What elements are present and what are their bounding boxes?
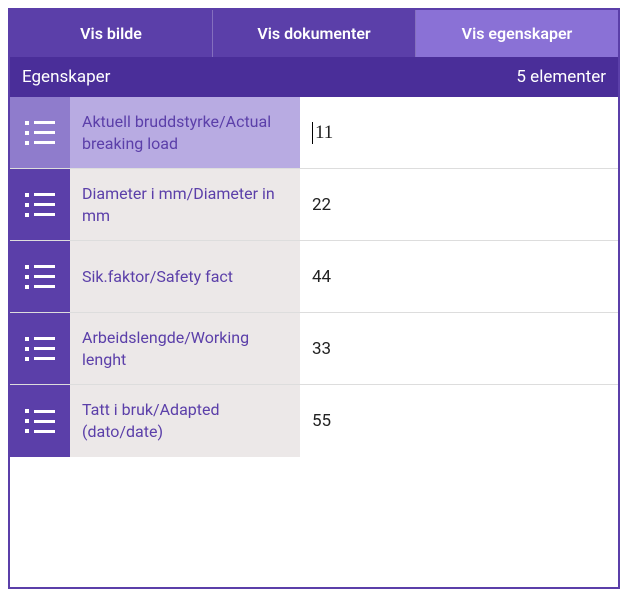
property-label: Aktuell bruddstyrke/Actual breaking load bbox=[70, 97, 300, 168]
tab-image[interactable]: Vis bilde bbox=[10, 10, 213, 57]
tab-documents[interactable]: Vis dokumenter bbox=[213, 10, 416, 57]
list-icon bbox=[10, 385, 70, 457]
property-row[interactable]: Diameter i mm/Diameter in mm22 bbox=[10, 169, 618, 241]
list-icon bbox=[10, 313, 70, 384]
property-value[interactable]: 33 bbox=[300, 313, 618, 384]
property-value[interactable]: 44 bbox=[300, 241, 618, 312]
property-value[interactable]: 22 bbox=[300, 169, 618, 240]
property-value[interactable]: 11 bbox=[300, 97, 618, 168]
property-row[interactable]: Aktuell bruddstyrke/Actual breaking load… bbox=[10, 97, 618, 169]
blank-area bbox=[10, 457, 618, 587]
tab-properties[interactable]: Vis egenskaper bbox=[416, 10, 618, 57]
property-label: Sik.faktor/Safety fact bbox=[70, 241, 300, 312]
list-icon bbox=[10, 97, 70, 168]
property-value[interactable]: 55 bbox=[300, 385, 618, 457]
list-icon bbox=[10, 241, 70, 312]
property-label: Arbeidslengde/Working lenght bbox=[70, 313, 300, 384]
properties-list: Aktuell bruddstyrke/Actual breaking load… bbox=[10, 97, 618, 457]
section-header: Egenskaper 5 elementer bbox=[10, 57, 618, 97]
element-count: 5 elementer bbox=[516, 67, 606, 87]
list-icon bbox=[10, 169, 70, 240]
property-row[interactable]: Arbeidslengde/Working lenght33 bbox=[10, 313, 618, 385]
property-row[interactable]: Tatt i bruk/Adapted (dato/date)55 bbox=[10, 385, 618, 457]
property-value-text: 11 bbox=[315, 122, 333, 144]
property-row[interactable]: Sik.faktor/Safety fact44 bbox=[10, 241, 618, 313]
property-label: Tatt i bruk/Adapted (dato/date) bbox=[70, 385, 300, 457]
text-cursor bbox=[312, 122, 313, 144]
property-label: Diameter i mm/Diameter in mm bbox=[70, 169, 300, 240]
section-title: Egenskaper bbox=[22, 67, 110, 87]
properties-panel: Vis bilde Vis dokumenter Vis egenskaper … bbox=[8, 8, 620, 589]
tab-bar: Vis bilde Vis dokumenter Vis egenskaper bbox=[10, 10, 618, 57]
